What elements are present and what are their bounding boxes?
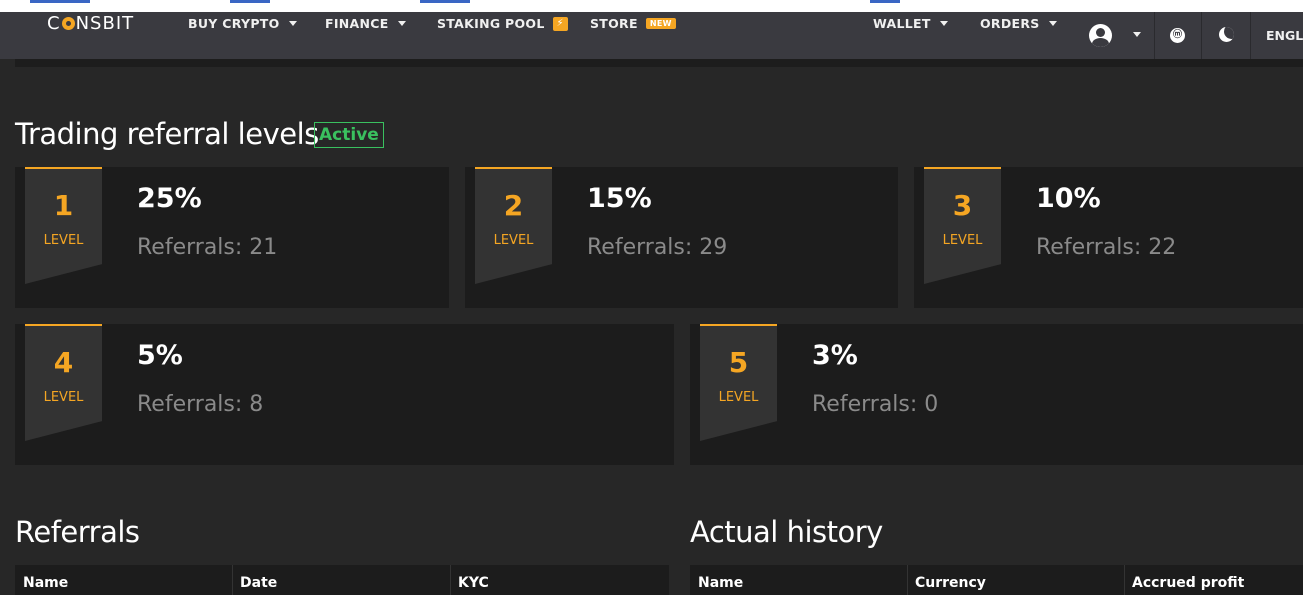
chevron-down-icon[interactable] — [1133, 32, 1141, 37]
level-number: 2 — [503, 189, 524, 222]
nav-store[interactable]: STORE NEW — [590, 16, 676, 31]
nav-store-label: STORE — [590, 16, 638, 31]
nav-orders[interactable]: ORDERS — [980, 16, 1057, 31]
column-header-accrued-profit[interactable]: Accrued profit — [1132, 575, 1244, 591]
level-percent: 10% — [1036, 183, 1101, 214]
referrals-section-title: Referrals — [15, 515, 140, 549]
level-ribbon: 2 LEVEL — [475, 167, 552, 284]
level-label: LEVEL — [43, 233, 84, 248]
new-badge: NEW — [645, 18, 676, 29]
chevron-down-icon — [397, 21, 406, 26]
level-label: LEVEL — [43, 390, 84, 405]
column-header-name[interactable]: Name — [23, 575, 68, 591]
level-card-4: 4 LEVEL 5% Referrals: 8 — [15, 324, 674, 465]
level-percent: 25% — [137, 183, 202, 214]
lightning-icon: ⚡ — [552, 16, 568, 31]
level-referrals: Referrals: 21 — [137, 235, 278, 260]
level-referrals: Referrals: 0 — [812, 392, 939, 417]
consbit-logo[interactable]: C NSBIT — [47, 13, 134, 34]
nav-divider — [1201, 12, 1202, 59]
level-percent: 5% — [137, 340, 183, 371]
levels-section-title: Trading referral levels — [15, 117, 319, 151]
coinmarketcap-icon[interactable]: ⓜ — [1170, 28, 1185, 43]
content-top-strip — [15, 59, 1303, 67]
level-number: 3 — [952, 189, 973, 222]
nav-buy-crypto-label: BUY CRYPTO — [188, 16, 280, 31]
column-header-date[interactable]: Date — [240, 575, 277, 591]
level-number: 1 — [53, 189, 74, 222]
logo-text-pre: C — [47, 13, 61, 34]
chevron-down-icon — [288, 21, 297, 26]
level-label: LEVEL — [493, 233, 534, 248]
column-header-currency[interactable]: Currency — [915, 575, 986, 591]
level-number: 5 — [728, 346, 749, 379]
language-selector[interactable]: ENGLI — [1266, 28, 1303, 43]
column-header-name[interactable]: Name — [698, 575, 743, 591]
nav-finance-label: FINANCE — [325, 16, 389, 31]
status-badge: Active — [314, 122, 384, 148]
chevron-down-icon — [939, 21, 948, 26]
nav-divider — [1154, 12, 1155, 59]
logo-text-post: NSBIT — [75, 13, 135, 34]
nav-finance[interactable]: FINANCE — [325, 16, 406, 31]
top-strip-mark — [30, 0, 90, 3]
column-header-kyc[interactable]: KYC — [458, 575, 489, 591]
nav-staking-pool[interactable]: STAKING POOL ⚡ — [437, 16, 568, 31]
nav-divider — [1250, 12, 1251, 59]
top-strip-mark — [420, 0, 470, 3]
moon-icon[interactable] — [1219, 27, 1234, 42]
level-referrals: Referrals: 29 — [587, 235, 728, 260]
level-ribbon: 5 LEVEL — [700, 324, 777, 441]
history-section-title: Actual history — [690, 515, 883, 549]
level-card-5: 5 LEVEL 3% Referrals: 0 — [690, 324, 1303, 465]
coin-icon — [61, 17, 75, 30]
level-ribbon: 3 LEVEL — [924, 167, 1001, 284]
level-number: 4 — [53, 346, 74, 379]
level-card-2: 2 LEVEL 15% Referrals: 29 — [465, 167, 898, 308]
nav-orders-label: ORDERS — [980, 16, 1040, 31]
top-strip-mark — [870, 0, 900, 3]
level-percent: 15% — [587, 183, 652, 214]
nav-buy-crypto[interactable]: BUY CRYPTO — [188, 16, 297, 31]
level-referrals: Referrals: 22 — [1036, 235, 1177, 260]
user-avatar-icon[interactable] — [1089, 24, 1112, 47]
nav-wallet[interactable]: WALLET — [873, 16, 948, 31]
top-strip-mark — [230, 0, 270, 3]
chevron-down-icon — [1048, 21, 1057, 26]
level-card-1: 1 LEVEL 25% Referrals: 21 — [15, 167, 449, 308]
level-card-3: 3 LEVEL 10% Referrals: 22 — [914, 167, 1303, 308]
level-ribbon: 1 LEVEL — [25, 167, 102, 284]
level-label: LEVEL — [942, 233, 983, 248]
level-label: LEVEL — [718, 390, 759, 405]
level-percent: 3% — [812, 340, 858, 371]
level-referrals: Referrals: 8 — [137, 392, 264, 417]
nav-staking-pool-label: STAKING POOL — [437, 16, 545, 31]
nav-wallet-label: WALLET — [873, 16, 931, 31]
level-ribbon: 4 LEVEL — [25, 324, 102, 441]
browser-top-strip — [0, 0, 1303, 12]
